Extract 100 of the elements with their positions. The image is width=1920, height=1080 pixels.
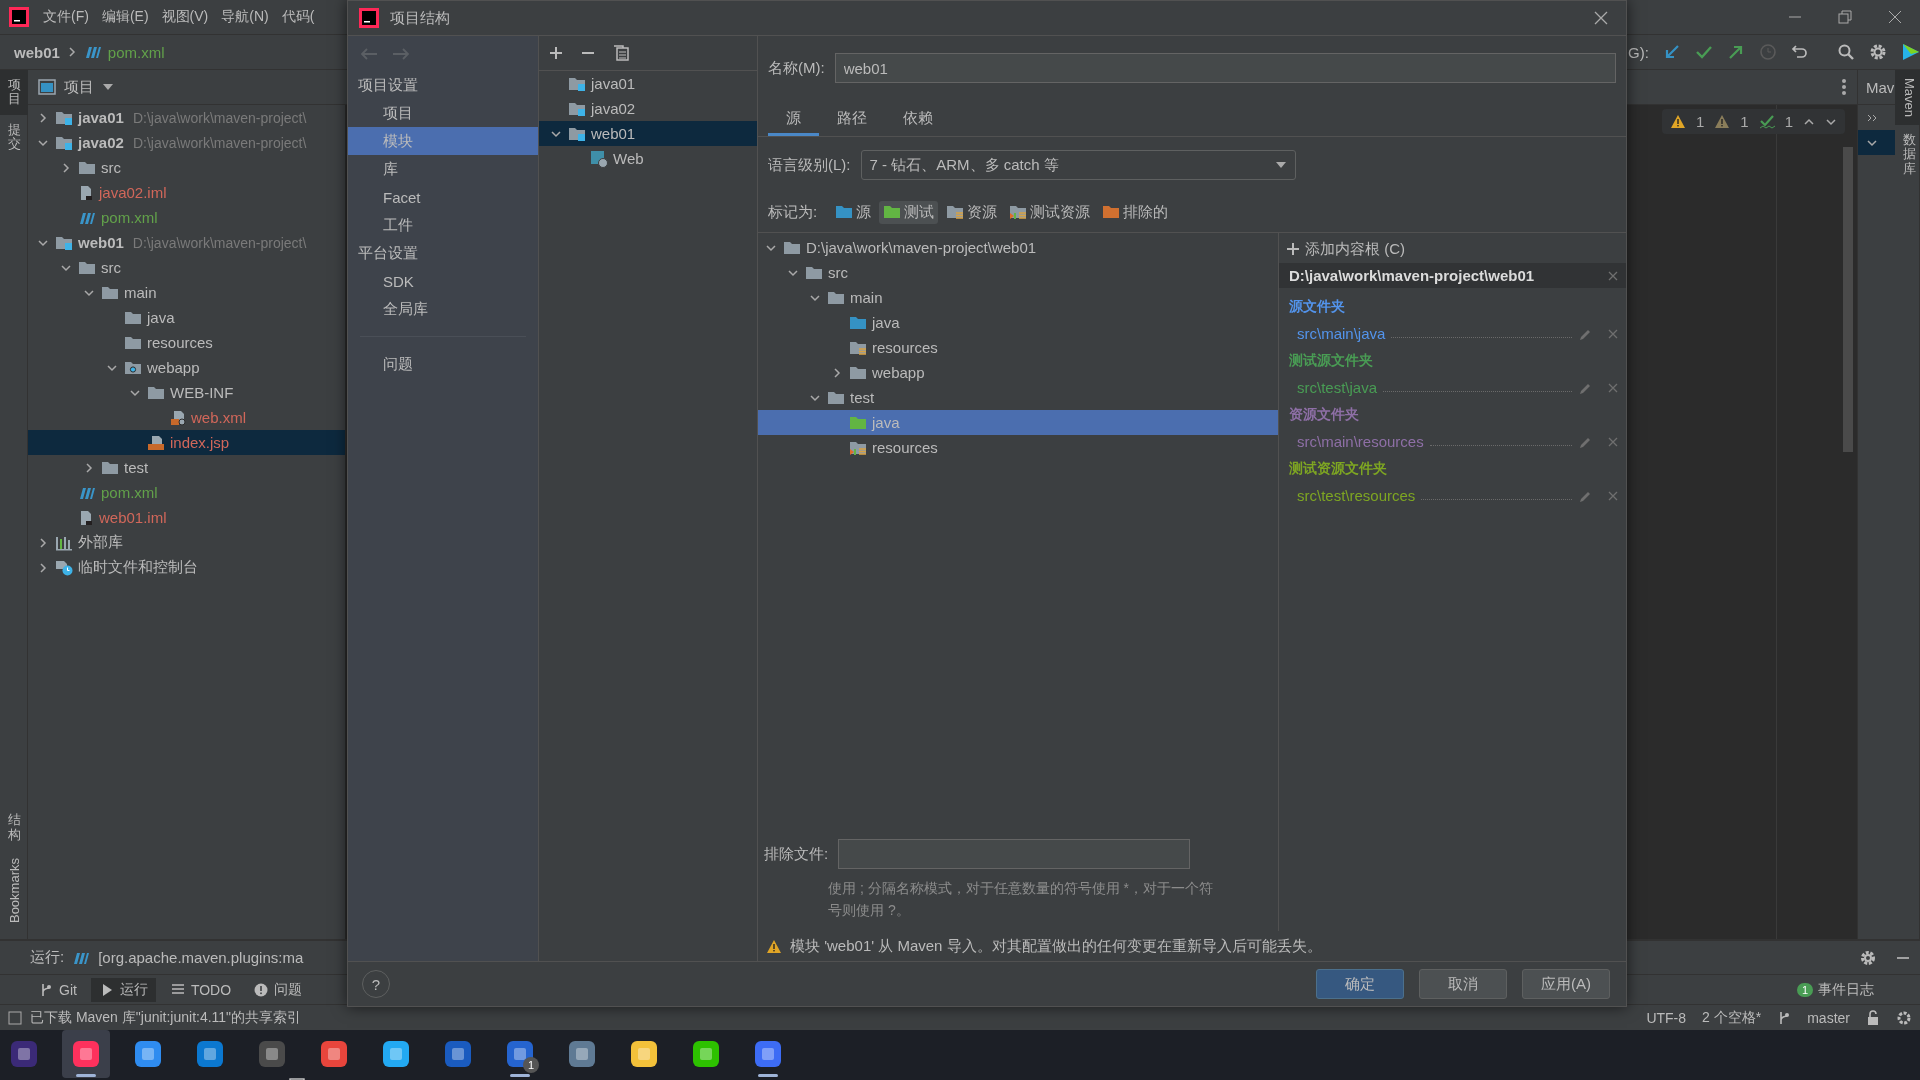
mark-as-button[interactable]: 资源 <box>942 200 1002 224</box>
tree-item[interactable]: resources <box>758 435 1278 460</box>
language-level-dropdown[interactable]: 7 - 钻石、ARM、多 catch 等 <box>860 150 1296 180</box>
tree-item[interactable]: resources <box>28 330 345 355</box>
close-icon[interactable] <box>1888 10 1902 24</box>
folder-path: src\main\resources <box>1297 433 1424 450</box>
exclude-field[interactable] <box>838 839 1191 869</box>
dialog-button[interactable]: 确定 <box>1316 969 1404 999</box>
tab[interactable]: 依赖 <box>885 103 951 136</box>
mark-as-button[interactable]: 源 <box>831 200 876 224</box>
tree-item[interactable]: java01 D:\java\work\maven-project\ <box>28 105 345 130</box>
breadcrumb-item[interactable]: pom.xml <box>107 43 165 61</box>
tree-item[interactable]: index.jsp <box>28 430 345 455</box>
tree-item[interactable]: main <box>758 285 1278 310</box>
gear-icon[interactable] <box>1896 1009 1912 1026</box>
tree-item[interactable]: WEB-INF <box>28 380 345 405</box>
taskbar-app[interactable]: 1 <box>496 1030 544 1078</box>
copy-icon[interactable] <box>613 45 629 61</box>
taskbar-app[interactable] <box>62 1030 110 1078</box>
folder-icon <box>124 334 142 351</box>
tree-item[interactable]: java02.iml <box>28 180 345 205</box>
tool-window-tab[interactable]: 数据库 <box>1895 125 1920 184</box>
tree-item[interactable]: webapp <box>28 355 345 380</box>
file-name: java02.iml <box>99 184 167 201</box>
logo-icon <box>8 6 30 28</box>
encoding-label[interactable]: UTF-8 <box>1646 1009 1687 1026</box>
scrollbar[interactable] <box>1843 147 1853 452</box>
tool-tab[interactable]: TODO <box>161 978 240 1001</box>
undo-icon[interactable] <box>1790 43 1809 61</box>
add-icon[interactable] <box>549 46 563 60</box>
indent-label[interactable]: 2 个空格* <box>1702 1008 1762 1027</box>
help-button[interactable]: ? <box>362 970 390 998</box>
caret-down-icon[interactable] <box>102 83 114 91</box>
restore-icon[interactable] <box>1838 10 1852 24</box>
menu-item[interactable]: 视图(V) <box>161 8 209 26</box>
folder-icon <box>124 359 142 376</box>
tree-item[interactable]: pom.xml <box>28 205 345 230</box>
nav-item[interactable]: 项目 <box>348 99 538 127</box>
nav-item[interactable]: Facet <box>348 183 538 211</box>
tree-item[interactable]: java02 <box>539 96 757 121</box>
tree-item[interactable]: java01 <box>539 71 757 96</box>
tree-item[interactable]: D:\java\work\maven-project\web01 <box>758 235 1278 260</box>
tool-window-tab[interactable]: 项目 <box>0 70 28 115</box>
tab[interactable]: 路径 <box>819 103 885 136</box>
nav-item[interactable]: SDK <box>348 267 538 295</box>
tree-item[interactable]: webapp <box>758 360 1278 385</box>
logo-icon[interactable] <box>1900 42 1920 62</box>
nav-item[interactable]: 全局库 <box>348 295 538 323</box>
search-icon[interactable] <box>1836 43 1855 61</box>
mark-as-button[interactable]: 排除的 <box>1098 200 1173 224</box>
close-icon[interactable] <box>1608 270 1618 281</box>
menu-item[interactable]: 编辑(E) <box>101 8 149 26</box>
breadcrumb-item[interactable]: web01 <box>14 43 60 61</box>
app-icon <box>629 1039 659 1069</box>
tree-item[interactable]: Web <box>539 146 757 171</box>
settings-icon[interactable] <box>1868 43 1887 61</box>
tree-item[interactable]: pom.xml <box>28 480 345 505</box>
tree-item[interactable]: src <box>28 155 345 180</box>
lock-icon[interactable] <box>1866 1009 1880 1026</box>
tree-item[interactable]: resources <box>758 335 1278 360</box>
menu-item[interactable]: 导航(N) <box>221 8 269 26</box>
dialog-button[interactable]: 取消 <box>1419 969 1507 999</box>
dialog-button[interactable]: 应用(A) <box>1522 969 1610 999</box>
problem-count: 1 <box>1740 113 1749 130</box>
branch-label[interactable]: master <box>1807 1009 1850 1026</box>
tool-tab[interactable]: Git <box>30 978 85 1001</box>
name-field[interactable]: web01 <box>834 53 1616 83</box>
tree-item[interactable]: src <box>28 255 345 280</box>
nav-item[interactable]: 工件 <box>348 211 538 239</box>
tree-item[interactable]: java02 D:\java\work\maven-project\ <box>28 130 345 155</box>
tree-item[interactable]: 临时文件和控制台 <box>28 555 345 580</box>
tree-item[interactable]: web01 D:\java\work\maven-project\ <box>28 230 345 255</box>
tree-item[interactable]: web01 <box>539 121 757 146</box>
tree-item[interactable]: java <box>28 305 345 330</box>
tool-tab[interactable]: 问题 <box>245 977 311 1002</box>
nav-item[interactable]: 问题 <box>348 350 538 378</box>
tree-item[interactable]: test <box>758 385 1278 410</box>
more-icon[interactable] <box>1841 78 1847 96</box>
add-content-root-link[interactable]: 添加内容根 (C) <box>1279 235 1626 263</box>
nav-item[interactable]: 库 <box>348 155 538 183</box>
tool-window-tab[interactable]: 提交 <box>0 114 28 160</box>
menu-item[interactable]: 代码( <box>281 8 315 26</box>
tab[interactable]: 源 <box>768 103 819 136</box>
event-log-link[interactable]: 事件日志 <box>1818 980 1874 999</box>
settings-icon[interactable] <box>1860 949 1876 966</box>
tree-item[interactable]: java <box>758 310 1278 335</box>
tool-window-tab[interactable]: Maven <box>1895 70 1920 126</box>
tree-item[interactable]: web.xml <box>28 405 345 430</box>
tool-window-tab[interactable]: Bookmarks <box>0 849 28 931</box>
tree-item[interactable]: web01.iml <box>28 505 345 530</box>
tool-window-tab[interactable]: 结构 <box>0 805 28 850</box>
menu-item[interactable]: 文件(F) <box>43 8 89 26</box>
tree-item[interactable]: test <box>28 455 345 480</box>
tool-tab[interactable]: 运行 <box>90 977 156 1002</box>
tree-item[interactable]: 外部库 <box>28 530 345 555</box>
mark-as-button[interactable]: 测试 <box>879 200 939 224</box>
tree-item[interactable]: src <box>758 260 1278 285</box>
tree-item[interactable]: main <box>28 280 345 305</box>
caret-down-icon <box>1274 161 1287 169</box>
mark-as-button[interactable]: 测试资源 <box>1005 200 1095 224</box>
